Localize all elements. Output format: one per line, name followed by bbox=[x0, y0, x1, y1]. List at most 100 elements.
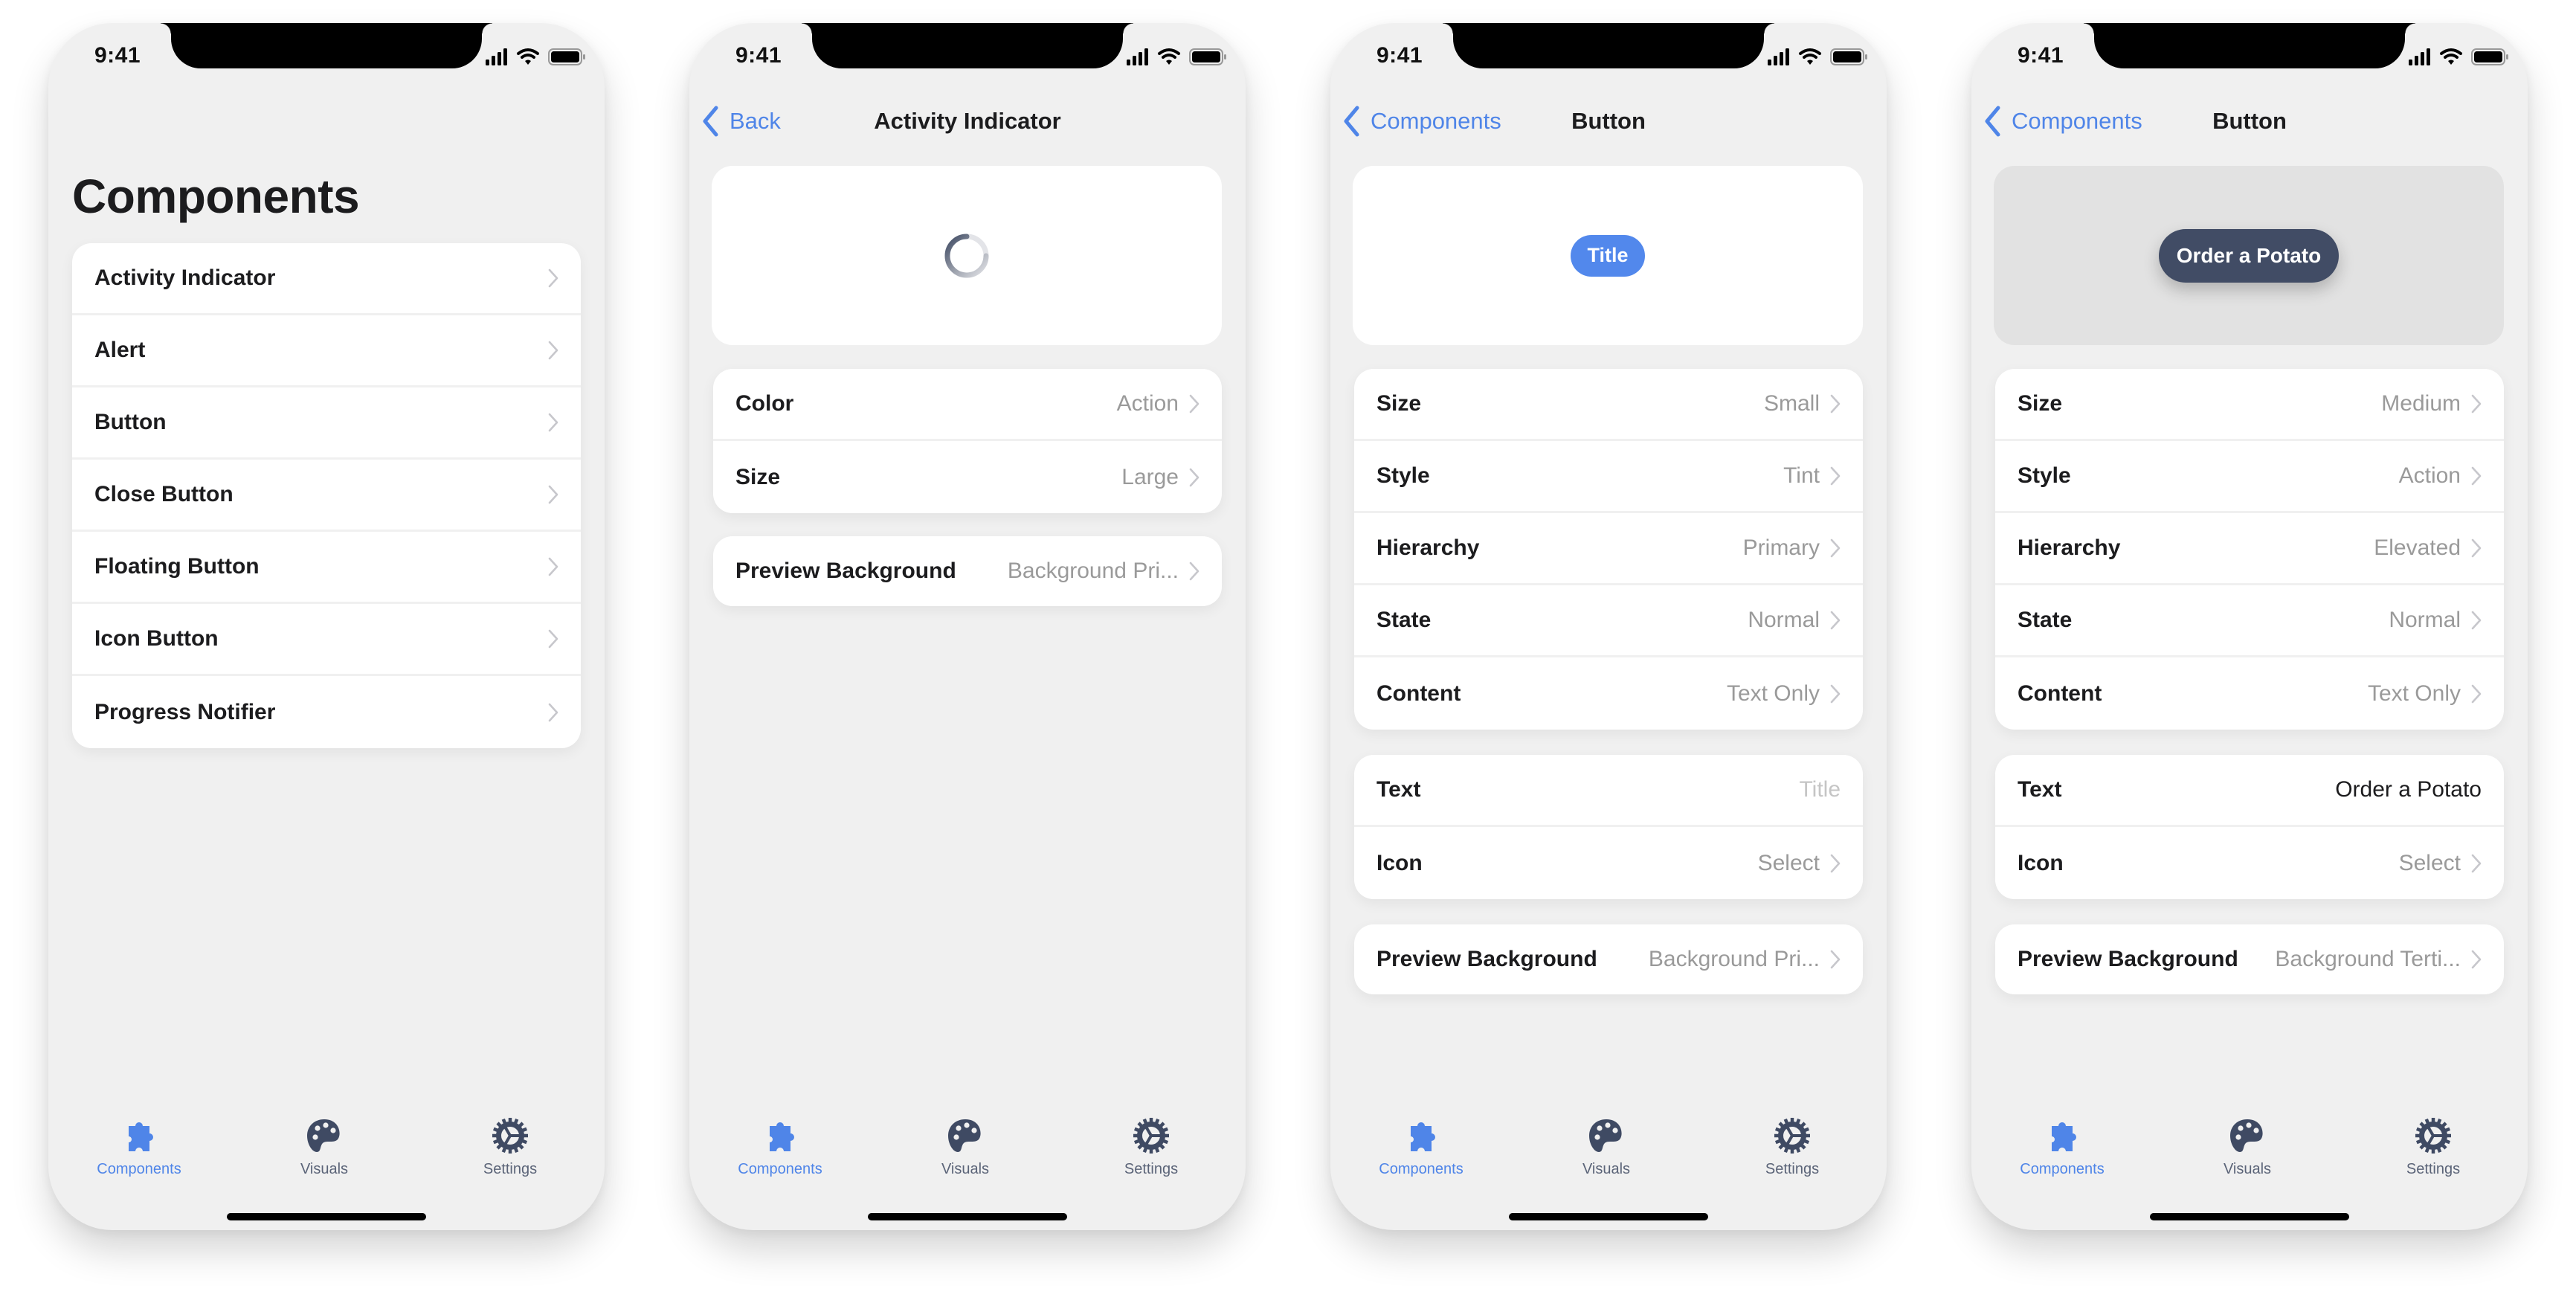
activity-indicator-spinner bbox=[944, 234, 989, 277]
tab-components[interactable]: Components bbox=[1347, 1115, 1495, 1189]
tab-bar: Components Visuals Settings bbox=[689, 1115, 1246, 1189]
option-row-text[interactable]: Text Order a Potato bbox=[1995, 755, 2504, 827]
option-row-preview-background[interactable]: Preview Background Background Terti... bbox=[1995, 924, 2504, 994]
gear-icon bbox=[2412, 1115, 2454, 1156]
component-preview bbox=[712, 166, 1222, 345]
home-indicator[interactable] bbox=[1509, 1213, 1708, 1220]
tab-settings[interactable]: Settings bbox=[436, 1115, 585, 1189]
chevron-right-icon bbox=[1189, 562, 1200, 581]
chevron-right-icon bbox=[2471, 538, 2482, 558]
chevron-right-icon bbox=[1830, 466, 1841, 486]
home-indicator[interactable] bbox=[868, 1213, 1067, 1220]
option-row-content[interactable]: Content Text Only bbox=[1995, 657, 2504, 730]
chevron-right-icon bbox=[548, 413, 558, 432]
option-row-hierarchy[interactable]: Hierarchy Elevated bbox=[1995, 513, 2504, 585]
puzzle-piece-icon bbox=[118, 1115, 160, 1156]
phone-screen-button-default: 9:41 Button Components Title Size Small … bbox=[1330, 23, 1887, 1230]
list-item-activity-indicator[interactable]: Activity Indicator bbox=[72, 243, 581, 315]
list-item-close-button[interactable]: Close Button bbox=[72, 460, 581, 532]
option-row-size[interactable]: Size Large bbox=[713, 441, 1222, 513]
status-bar-icons bbox=[1127, 47, 1231, 68]
option-label: Text bbox=[2018, 777, 2062, 802]
chevron-right-icon bbox=[548, 557, 558, 576]
chevron-right-icon bbox=[2471, 684, 2482, 704]
text-field[interactable]: Title bbox=[1799, 777, 1841, 802]
background-card: Preview Background Background Pri... bbox=[713, 536, 1222, 606]
option-row-style[interactable]: Style Action bbox=[1995, 441, 2504, 513]
tab-components[interactable]: Components bbox=[1988, 1115, 2137, 1189]
option-label: Preview Background bbox=[2018, 947, 2238, 971]
option-label: Style bbox=[2018, 463, 2071, 488]
phone-screen-button-configured: 9:41 Button Components Order a Potato Si… bbox=[1971, 23, 2528, 1230]
option-row-style[interactable]: Style Tint bbox=[1354, 441, 1863, 513]
list-item-floating-button[interactable]: Floating Button bbox=[72, 532, 581, 604]
tab-visuals[interactable]: Visuals bbox=[250, 1115, 399, 1189]
option-label: Size bbox=[1376, 391, 1422, 416]
option-value: Normal bbox=[1748, 608, 1820, 632]
home-indicator[interactable] bbox=[227, 1213, 426, 1220]
option-row-color[interactable]: Color Action bbox=[713, 369, 1222, 441]
list-item-progress-notifier[interactable]: Progress Notifier bbox=[72, 676, 581, 748]
option-row-state[interactable]: State Normal bbox=[1354, 585, 1863, 657]
list-item-alert[interactable]: Alert bbox=[72, 315, 581, 387]
option-row-hierarchy[interactable]: Hierarchy Primary bbox=[1354, 513, 1863, 585]
option-value: Text Only bbox=[2367, 681, 2461, 706]
option-label: State bbox=[1376, 608, 1432, 632]
option-value: Select bbox=[2398, 850, 2461, 875]
tab-components[interactable]: Components bbox=[706, 1115, 854, 1189]
option-row-content[interactable]: Content Text Only bbox=[1354, 657, 1863, 730]
option-row-icon[interactable]: Icon Select bbox=[1354, 827, 1863, 899]
tab-settings[interactable]: Settings bbox=[1718, 1115, 1867, 1189]
option-row-icon[interactable]: Icon Select bbox=[1995, 827, 2504, 899]
chevron-right-icon bbox=[548, 629, 558, 649]
tab-label: Components bbox=[2020, 1161, 2105, 1177]
option-label: Style bbox=[1376, 463, 1430, 488]
chevron-right-icon bbox=[548, 703, 558, 722]
preview-button[interactable]: Order a Potato bbox=[2158, 228, 2340, 283]
option-value: Background Pri... bbox=[1648, 947, 1820, 971]
option-label: State bbox=[2018, 608, 2073, 632]
tab-visuals[interactable]: Visuals bbox=[891, 1115, 1040, 1189]
list-item-label: Button bbox=[94, 410, 167, 434]
back-button[interactable]: Back bbox=[701, 103, 781, 139]
tab-settings[interactable]: Settings bbox=[1077, 1115, 1226, 1189]
option-label: Content bbox=[1376, 681, 1461, 706]
chevron-right-icon bbox=[548, 268, 558, 288]
status-bar-time: 9:41 bbox=[735, 43, 782, 68]
option-value: Action bbox=[1116, 391, 1179, 416]
option-row-state[interactable]: State Normal bbox=[1995, 585, 2504, 657]
option-value: Background Pri... bbox=[1007, 559, 1179, 583]
option-row-preview-background[interactable]: Preview Background Background Pri... bbox=[1354, 924, 1863, 994]
option-label: Size bbox=[2018, 391, 2063, 416]
back-button[interactable]: Components bbox=[1342, 103, 1501, 139]
text-field[interactable]: Order a Potato bbox=[2335, 777, 2482, 802]
option-row-text[interactable]: Text Title bbox=[1354, 755, 1863, 827]
tab-visuals[interactable]: Visuals bbox=[2173, 1115, 2322, 1189]
option-row-size[interactable]: Size Medium bbox=[1995, 369, 2504, 441]
device-notch bbox=[1443, 23, 1774, 68]
chevron-left-icon bbox=[701, 106, 719, 137]
tab-visuals[interactable]: Visuals bbox=[1532, 1115, 1681, 1189]
back-button-label: Components bbox=[1371, 108, 1501, 134]
list-item-icon-button[interactable]: Icon Button bbox=[72, 604, 581, 676]
status-bar-time: 9:41 bbox=[94, 43, 141, 68]
navigation-bar: Button Components bbox=[1330, 103, 1887, 139]
chevron-right-icon bbox=[548, 485, 558, 504]
tab-settings[interactable]: Settings bbox=[2359, 1115, 2508, 1189]
back-button[interactable]: Components bbox=[1983, 103, 2142, 139]
home-indicator[interactable] bbox=[2150, 1213, 2349, 1220]
option-row-preview-background[interactable]: Preview Background Background Pri... bbox=[713, 536, 1222, 606]
option-row-size[interactable]: Size Small bbox=[1354, 369, 1863, 441]
chevron-left-icon bbox=[1342, 106, 1360, 137]
chevron-right-icon bbox=[2471, 611, 2482, 630]
chevron-right-icon bbox=[2471, 466, 2482, 486]
navigation-bar: Activity Indicator Back bbox=[689, 103, 1246, 139]
tab-label: Components bbox=[738, 1161, 822, 1177]
palette-icon bbox=[1585, 1115, 1627, 1156]
tab-label: Settings bbox=[483, 1161, 538, 1177]
tab-components[interactable]: Components bbox=[65, 1115, 213, 1189]
preview-button[interactable]: Title bbox=[1571, 234, 1645, 277]
list-item-button[interactable]: Button bbox=[72, 387, 581, 460]
chevron-right-icon bbox=[2471, 950, 2482, 969]
component-preview: Order a Potato bbox=[1994, 166, 2504, 345]
